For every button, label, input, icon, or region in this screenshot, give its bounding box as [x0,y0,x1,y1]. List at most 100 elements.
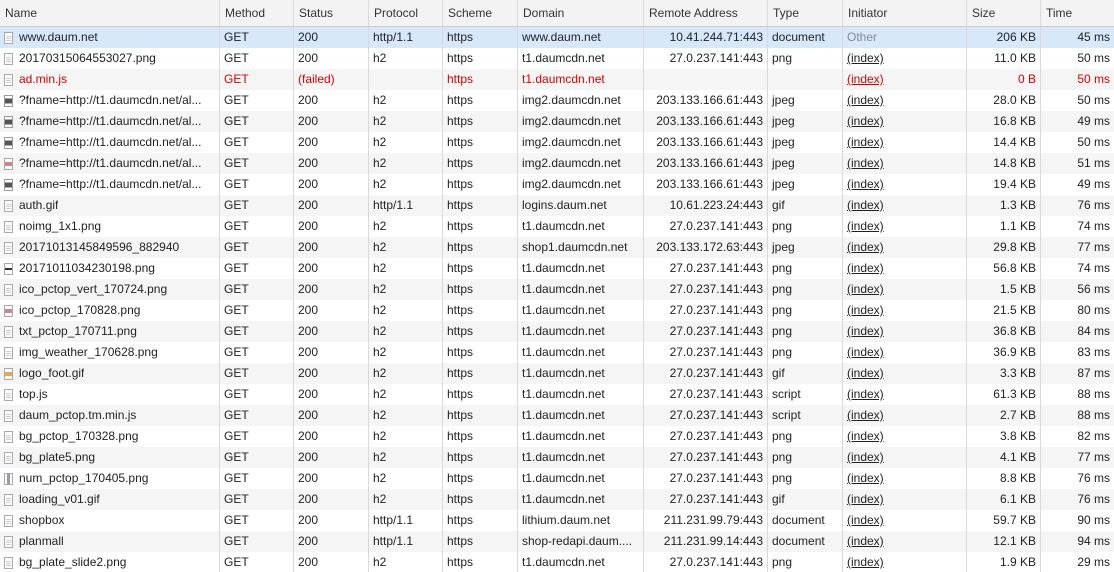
table-row[interactable]: daum_pctop.tm.min.js GET 200 h2 https t1.daum… [0,405,1114,426]
column-header-method[interactable]: Method [220,0,294,26]
cell-size: 19.4 KB [967,174,1041,195]
cell-time: 50 ms [1077,72,1110,86]
column-header-size[interactable]: Size [967,0,1041,26]
initiator-link[interactable]: (index) [847,429,884,443]
table-row[interactable]: ?fname=http://t1.daumcdn.net/al... GET 200… [0,90,1114,111]
table-row[interactable]: ?fname=http://t1.daumcdn.net/al... GET 200… [0,174,1114,195]
initiator-link[interactable]: (index) [847,282,884,296]
cell-name: auth.gif [0,195,220,216]
table-row[interactable]: ico_pctop_170828.png GET 200 h2 https t1.daum… [0,300,1114,321]
request-name: ico_pctop_vert_170724.png [19,282,168,296]
initiator-link[interactable]: (index) [847,198,884,212]
initiator-link[interactable]: (index) [847,51,884,65]
table-row[interactable]: logo_foot.gif GET 200 h2 https t1.daumcdn.net… [0,363,1114,384]
cell-status: 200 [294,384,369,405]
table-row[interactable]: planmall GET 200 http/1.1 https shop-redapi.d… [0,531,1114,552]
file-icon [4,472,13,485]
request-name: shopbox [19,513,65,527]
table-row[interactable]: ?fname=http://t1.daumcdn.net/al... GET 200… [0,153,1114,174]
initiator-link[interactable]: (index) [847,387,884,401]
cell-size: 56.8 KB [967,258,1041,279]
cell-remote-address: 203.133.166.61:443 [644,174,768,195]
table-row[interactable]: 20171013145849596_882940 GET 200 h2 https sho… [0,237,1114,258]
table-row[interactable]: img_weather_170628.png GET 200 h2 https t1.da… [0,342,1114,363]
table-row[interactable]: bg_pctop_170328.png GET 200 h2 https t1.daumc… [0,426,1114,447]
cell-initiator: (index) [843,363,967,384]
cell-protocol: h2 [369,405,443,426]
initiator-link[interactable]: (index) [847,261,884,275]
cell-remote-address: 27.0.237.141:443 [644,321,768,342]
cell-method: GET [220,489,294,510]
cell-domain: t1.daumcdn.net [518,552,644,572]
initiator-link[interactable]: (index) [847,534,884,548]
table-row[interactable]: loading_v01.gif GET 200 h2 https t1.daumcdn.n… [0,489,1114,510]
initiator-link[interactable]: (index) [847,366,884,380]
table-row[interactable]: bg_plate5.png GET 200 h2 https t1.daumcdn.net… [0,447,1114,468]
column-header-status[interactable]: Status [294,0,369,26]
cell-domain: t1.daumcdn.net [518,300,644,321]
table-row[interactable]: ad.min.js GET (failed) https t1.daumcdn.net (… [0,69,1114,90]
table-row[interactable]: top.js GET 200 h2 https t1.daumcdn.net 27.0.23… [0,384,1114,405]
table-row[interactable]: ico_pctop_vert_170724.png GET 200 h2 https t1… [0,279,1114,300]
table-row[interactable]: auth.gif GET 200 http/1.1 https logins.daum.n… [0,195,1114,216]
initiator-link[interactable]: (index) [847,93,884,107]
cell-domain: t1.daumcdn.net [518,405,644,426]
cell-method: GET [220,195,294,216]
cell-type: document [768,510,843,531]
cell-protocol: h2 [369,363,443,384]
cell-status: 200 [294,111,369,132]
initiator-link[interactable]: (index) [847,450,884,464]
cell-time: 82 ms [1077,429,1110,443]
initiator-link[interactable]: (index) [847,219,884,233]
column-header-initiator[interactable]: Initiator [843,0,967,26]
cell-status: 200 [294,363,369,384]
column-header-time[interactable]: Time [1041,0,1114,26]
initiator-link[interactable]: (index) [847,513,884,527]
table-row[interactable]: bg_plate_slide2.png GET 200 h2 https t1.daumc… [0,552,1114,572]
file-icon [4,451,13,464]
cell-method: GET [220,300,294,321]
initiator-link[interactable]: (index) [847,72,884,86]
initiator-link[interactable]: (index) [847,135,884,149]
table-row[interactable]: 20171011034230198.png GET 200 h2 https t1.dau… [0,258,1114,279]
initiator-link[interactable]: (index) [847,303,884,317]
request-name: ad.min.js [19,72,68,86]
table-row[interactable]: 20170315064553027.png GET 200 h2 https t1.dau… [0,48,1114,69]
cell-protocol: h2 [369,321,443,342]
cell-size: 206 KB [967,27,1041,48]
table-row[interactable]: ?fname=http://t1.daumcdn.net/al... GET 200… [0,132,1114,153]
column-header-type[interactable]: Type [768,0,843,26]
table-row[interactable]: shopbox GET 200 http/1.1 https lithium.daum.n… [0,510,1114,531]
cell-status: 200 [294,426,369,447]
cell-time: 76 ms [1077,492,1110,506]
cell-domain: t1.daumcdn.net [518,447,644,468]
cell-initiator: (index) [843,258,967,279]
cell-initiator: (index) [843,552,967,572]
initiator-link[interactable]: (index) [847,555,884,569]
initiator-link[interactable]: (index) [847,324,884,338]
initiator-link[interactable]: (index) [847,177,884,191]
table-row[interactable]: txt_pctop_170711.png GET 200 h2 https t1.daum… [0,321,1114,342]
column-header-name[interactable]: Name [0,0,220,26]
table-row[interactable]: noimg_1x1.png GET 200 h2 https t1.daumcdn.net… [0,216,1114,237]
column-header-remote-address[interactable]: Remote Address [644,0,768,26]
initiator-link[interactable]: (index) [847,345,884,359]
file-icon [4,31,13,44]
table-row[interactable]: num_pctop_170405.png GET 200 h2 https t1.daum… [0,468,1114,489]
request-name: ico_pctop_170828.png [19,303,141,317]
file-icon [4,388,13,401]
cell-scheme: https [443,447,518,468]
initiator-link[interactable]: (index) [847,114,884,128]
initiator-link[interactable]: (index) [847,240,884,254]
request-name: noimg_1x1.png [19,219,102,233]
table-row[interactable]: www.daum.net GET 200 http/1.1 https www.daum.… [0,27,1114,48]
cell-name: 20171013145849596_882940 [0,237,220,258]
table-row[interactable]: ?fname=http://t1.daumcdn.net/al... GET 200… [0,111,1114,132]
initiator-link[interactable]: (index) [847,156,884,170]
column-header-protocol[interactable]: Protocol [369,0,443,26]
column-header-domain[interactable]: Domain [518,0,644,26]
initiator-link[interactable]: (index) [847,471,884,485]
initiator-link[interactable]: (index) [847,492,884,506]
column-header-scheme[interactable]: Scheme [443,0,518,26]
initiator-link[interactable]: (index) [847,408,884,422]
